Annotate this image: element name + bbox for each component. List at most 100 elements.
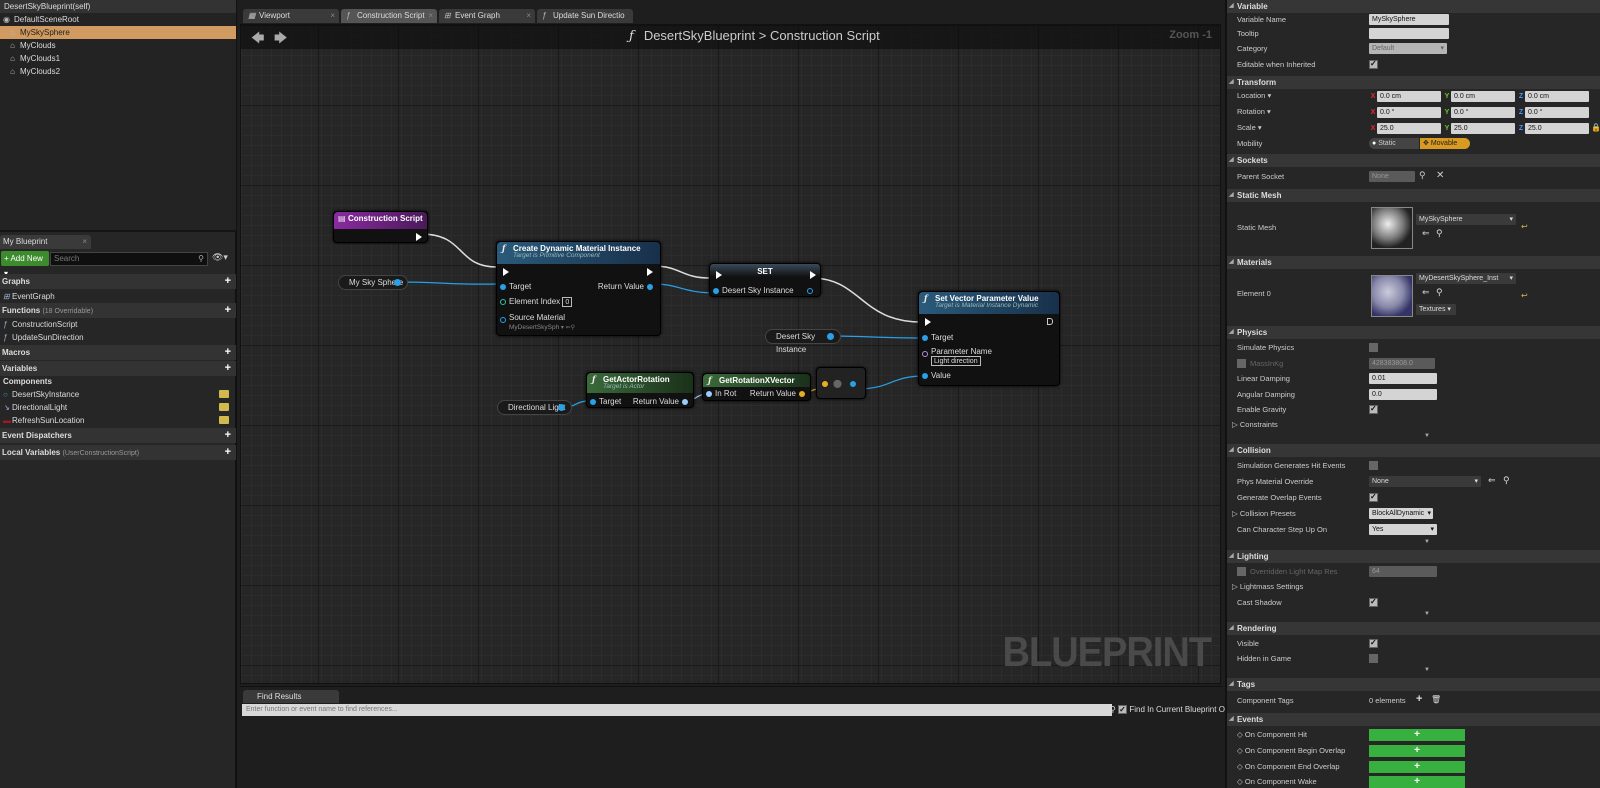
exec-out-pin[interactable] (1047, 318, 1053, 325)
reset-icon[interactable]: ↩ (1521, 222, 1528, 231)
section-macros[interactable]: Macros + (0, 345, 236, 360)
in-rot-pin[interactable]: In Rot (703, 389, 736, 398)
close-icon[interactable]: × (82, 235, 87, 249)
tab-construction-script[interactable]: ƒ Construction Script × (341, 9, 437, 23)
add-on-component-begin-overlap-button[interactable]: + (1369, 745, 1465, 757)
tab-viewport[interactable]: ▦ Viewport × (243, 9, 339, 23)
target-pin[interactable]: Target (587, 397, 621, 406)
add-icon[interactable]: + (1416, 693, 1422, 705)
tree-item-defaultsceneroot[interactable]: ◉ DefaultSceneRoot (0, 13, 236, 26)
target-pin[interactable]: Target (497, 282, 531, 291)
variable-item-refreshsunlocation[interactable]: ▬RefreshSunLocation (0, 414, 236, 427)
tree-item-myskysphere[interactable]: ⌂ MySkySphere (0, 26, 236, 39)
rotation-y-field[interactable]: 0.0 ° (1451, 107, 1515, 118)
section-local-variables[interactable]: Local Variables (UserConstructionScript)… (0, 445, 236, 460)
advanced-expand-icon[interactable]: ▼ (1424, 539, 1430, 545)
add-icon[interactable]: + (225, 303, 231, 318)
simulate-physics-checkbox[interactable] (1369, 343, 1378, 352)
value-pin[interactable]: Value (919, 371, 951, 380)
get-actor-rotation-node[interactable]: ƒ GetActorRotation Target is Actor Target … (586, 372, 694, 408)
add-on-component-wake-button[interactable]: + (1369, 776, 1465, 788)
collision-presets-dropdown[interactable]: BlockAllDynamic ▾ (1369, 508, 1433, 519)
close-icon[interactable]: × (428, 9, 433, 23)
section-tags[interactable]: Tags (1227, 678, 1600, 691)
conversion-out-pin[interactable] (847, 379, 859, 388)
advanced-expand-icon[interactable]: ▼ (1424, 611, 1430, 617)
search-icon[interactable]: ⚲ (1419, 170, 1426, 181)
advanced-expand-icon[interactable]: ▼ (1424, 433, 1430, 439)
set-node[interactable]: SET Desert Sky Instance (709, 263, 821, 297)
section-sockets[interactable]: Sockets (1227, 154, 1600, 167)
visibility-eye-icon[interactable] (219, 390, 229, 398)
tooltip-field[interactable] (1369, 28, 1449, 39)
return-value-pin[interactable]: Return Value (598, 282, 656, 291)
mass-override-checkbox[interactable] (1237, 359, 1246, 368)
variable-name-field[interactable]: MySkySphere (1369, 14, 1449, 25)
browse-icon[interactable]: ⚲ (1436, 287, 1443, 298)
set-output-pin[interactable] (804, 286, 816, 295)
construction-script-node[interactable]: ▤ Construction Script (333, 211, 428, 243)
close-icon[interactable]: × (526, 9, 531, 23)
phys-material-dropdown[interactable]: None ▾ (1369, 476, 1481, 487)
variable-item-directionallight[interactable]: ↘ DirectionalLight (0, 401, 236, 414)
add-on-component-end-overlap-button[interactable]: + (1369, 761, 1465, 773)
element-index-input[interactable]: 0 (562, 297, 573, 307)
source-material-pin[interactable]: Source Material MyDesertSkySph ▾ ⇐⚲ (497, 313, 575, 333)
use-selected-icon[interactable]: ⇐ (1422, 228, 1430, 239)
scale-y-field[interactable]: 25.0 (1451, 123, 1515, 134)
section-physics[interactable]: Physics (1227, 326, 1600, 339)
element-index-pin[interactable]: Element Index 0 (497, 297, 573, 307)
desert-sky-instance-pin[interactable]: Desert Sky Instance (710, 286, 794, 295)
rotation-label[interactable]: Rotation ▾ (1237, 107, 1271, 117)
parameter-name-pin[interactable]: Parameter Name Light direction (919, 347, 992, 366)
return-value-pin[interactable]: Return Value (750, 389, 808, 398)
function-item-constructionscript[interactable]: ƒ ConstructionScript (0, 318, 236, 331)
trash-icon[interactable]: 🗑 (1431, 695, 1441, 704)
function-item-updatesundirection[interactable]: ƒ UpdateSunDirection (0, 331, 236, 344)
rotation-x-field[interactable]: 0.0 ° (1377, 107, 1441, 118)
variable-item-desertskyinstance[interactable]: ○ DesertSkyInstance (0, 388, 236, 401)
section-event-dispatchers[interactable]: Event Dispatchers + (0, 428, 236, 443)
target-pin[interactable]: Target (919, 333, 953, 342)
find-in-current-only[interactable]: ⚲ Find In Current Blueprint Only (1110, 704, 1235, 716)
material-thumbnail[interactable] (1371, 275, 1413, 317)
section-functions[interactable]: Functions (18 Overridable) + (0, 303, 236, 318)
mobility-static-button[interactable]: ● Static (1369, 138, 1419, 149)
visibility-eye-icon[interactable] (219, 416, 229, 424)
linear-damping-field[interactable]: 0.01 (1369, 373, 1437, 384)
browse-icon[interactable]: ⚲ (1436, 228, 1443, 239)
scale-x-field[interactable]: 25.0 (1377, 123, 1441, 134)
source-material-value[interactable]: MyDesertSkySph (509, 324, 559, 331)
location-x-field[interactable]: 0.0 cm (1377, 91, 1441, 102)
section-variable[interactable]: Variable (1227, 0, 1600, 13)
get-rotation-x-vector-node[interactable]: ƒ GetRotationXVector In Rot Return Value (702, 373, 811, 401)
vector-conversion-node[interactable]: ⬤ (816, 367, 866, 399)
tab-find-results[interactable]: Find Results (243, 690, 339, 703)
section-variables[interactable]: Variables + (0, 361, 236, 376)
exec-out-pin[interactable] (416, 233, 422, 241)
browse-icon[interactable]: ⚲ (1503, 475, 1510, 486)
output-pin[interactable] (394, 279, 401, 286)
section-rendering[interactable]: Rendering (1227, 622, 1600, 635)
section-materials[interactable]: Materials (1227, 256, 1600, 269)
clear-icon[interactable]: ✕ (1436, 170, 1444, 181)
collision-presets-row[interactable]: ▷ Collision Presets (1232, 509, 1296, 519)
location-label[interactable]: Location ▾ (1237, 91, 1271, 101)
add-icon[interactable]: + (225, 274, 231, 289)
add-icon[interactable]: + (225, 445, 231, 460)
add-icon[interactable]: + (225, 345, 231, 360)
static-mesh-thumbnail[interactable] (1371, 207, 1413, 249)
mobility-movable-button[interactable]: ✥ Movable (1420, 138, 1470, 149)
exec-out-pin[interactable] (810, 271, 816, 279)
parent-socket-field[interactable]: None (1369, 171, 1415, 182)
add-on-component-hit-button[interactable]: + (1369, 729, 1465, 741)
search-input[interactable]: Search ⚲ (50, 252, 208, 266)
section-events[interactable]: Events (1227, 713, 1600, 726)
section-lighting[interactable]: Lighting (1227, 550, 1600, 563)
lightmap-override-checkbox[interactable] (1237, 567, 1246, 576)
find-input[interactable]: Enter function or event name to find ref… (242, 704, 1112, 716)
section-graphs[interactable]: Graphs + (0, 274, 236, 289)
location-y-field[interactable]: 0.0 cm (1451, 91, 1515, 102)
section-transform[interactable]: Transform (1227, 76, 1600, 89)
cast-shadow-checkbox[interactable] (1369, 597, 1378, 607)
